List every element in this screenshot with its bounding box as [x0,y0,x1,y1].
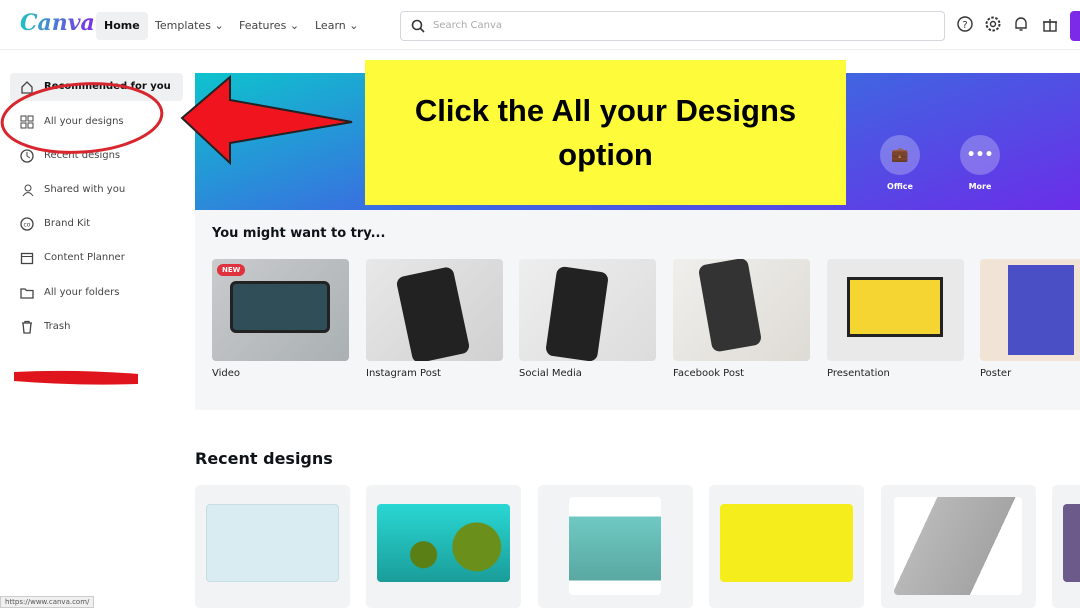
office-label: Office [887,182,913,191]
red-scribble-annotation [14,370,138,385]
nav-features[interactable]: Features ⌄ [231,12,307,40]
office-shortcut-button[interactable]: 💼 [880,135,920,175]
thumbnail [569,497,661,595]
search-input[interactable]: Search Canva [400,11,945,41]
more-shortcut-button[interactable]: ••• [960,135,1000,175]
try-card-instagram[interactable] [366,259,503,361]
brand-icon: co [20,217,34,231]
svg-text:co: co [24,222,31,229]
callout-line: Click the All your Designs [414,93,797,128]
sidebar-item-label: Content Planner [44,252,125,263]
recent-design-card[interactable] [1052,485,1080,608]
recent-designs-title: Recent designs [195,449,333,468]
thumbnail [544,265,610,361]
sidebar-item-recommended[interactable]: Recommended for you [10,73,183,101]
trash-icon [22,320,32,334]
thumbnail [1063,504,1080,582]
card-label: Video [212,368,241,379]
recent-design-card[interactable] [538,485,693,608]
thumbnail [395,265,471,361]
sidebar-item-folders[interactable]: All your folders [10,279,183,307]
thumbnail [206,504,339,582]
chevron-down-icon: ⌄ [214,19,224,32]
sidebar-item-content-planner[interactable]: Content Planner [10,244,183,272]
recent-design-card[interactable] [709,485,864,608]
bell-icon[interactable] [1012,15,1030,33]
nav-label: Learn [315,19,346,32]
card-label: Presentation [827,368,890,379]
new-badge: NEW [217,264,246,276]
try-section: You might want to try... NEW Video Insta… [195,210,1080,410]
folder-icon [20,288,34,299]
svg-text:?: ? [962,20,967,31]
nav-home[interactable]: Home [96,12,148,40]
search-placeholder: Search Canva [433,20,503,31]
gear-icon[interactable] [984,15,1002,33]
thumbnail [894,497,1022,595]
try-card-poster[interactable] [980,259,1080,361]
try-card-presentation[interactable] [827,259,964,361]
recent-design-card[interactable] [881,485,1036,608]
recent-design-card[interactable] [195,485,350,608]
card-label: Facebook Post [673,368,745,379]
grid-icon [20,115,34,129]
sidebar-item-label: Shared with you [44,184,126,195]
sidebar-item-recent[interactable]: Recent designs [10,142,183,170]
recent-design-card[interactable] [366,485,521,608]
sidebar-item-label: Brand Kit [44,218,91,229]
chevron-down-icon: ⌄ [289,19,300,32]
thumbnail [377,504,510,582]
chevron-down-icon: ⌄ [349,19,359,32]
sidebar-item-label: Trash [44,321,71,332]
nav-learn[interactable]: Learn ⌄ [307,12,366,40]
section-title: You might want to try... [212,226,386,241]
top-header: Canva Home Templates ⌄ Features ⌄ Learn … [0,0,1080,50]
thumbnail [230,281,330,333]
calendar-icon [20,252,34,265]
try-card-facebook[interactable] [673,259,810,361]
sidebar-item-shared[interactable]: Shared with you [10,176,183,204]
sidebar-item-label: Recent designs [44,150,121,161]
card-label: Poster [980,368,1012,379]
try-card-video[interactable]: NEW [212,259,349,361]
sidebar-item-trash[interactable]: Trash [10,313,183,341]
create-design-button[interactable] [1070,11,1080,41]
people-icon [22,184,34,197]
briefcase-icon: 💼 [891,147,909,163]
instruction-callout: Click the All your Designs option [365,60,846,205]
card-label: Instagram Post [366,368,441,379]
thumbnail [720,504,853,582]
sidebar-item-label: All your designs [44,116,124,127]
search-icon [411,19,425,33]
sidebar-item-label: All your folders [44,287,120,298]
thumbnail [697,259,763,353]
nav-label: Features [239,19,287,32]
sidebar-item-label: Recommended for you [44,81,171,92]
try-card-social-media[interactable] [519,259,656,361]
canva-logo[interactable]: Canva [20,10,95,36]
sidebar-item-all-designs[interactable]: All your designs [10,108,183,136]
nav-templates[interactable]: Templates ⌄ [147,12,232,40]
status-bar-url: https://www.canva.com/ [0,596,95,608]
nav-label: Templates [155,19,211,32]
more-label: More [968,182,992,191]
gift-icon[interactable] [1041,15,1059,33]
clock-icon [20,149,34,163]
card-label: Social Media [519,368,582,379]
thumbnail [847,277,943,337]
help-icon[interactable]: ? [956,15,974,33]
more-dots-icon: ••• [966,147,994,163]
thumbnail [1008,265,1074,355]
callout-line: option [558,137,653,172]
home-icon [21,81,33,94]
sidebar-item-brand-kit[interactable]: co Brand Kit [10,210,183,238]
